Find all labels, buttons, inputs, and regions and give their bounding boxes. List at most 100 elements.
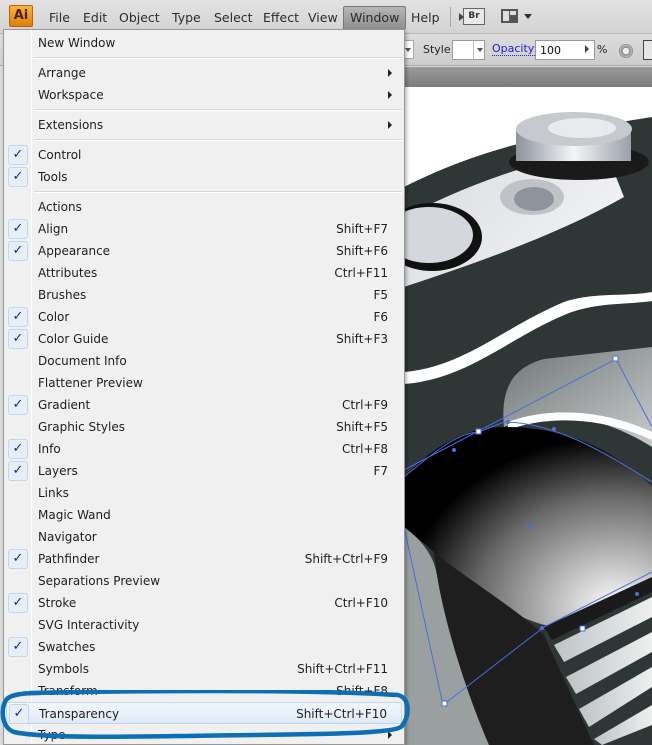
menubar-divider (450, 7, 451, 27)
menu-item-label: Attributes (38, 266, 98, 280)
checkmark-icon: ✓ (8, 145, 28, 165)
camera-illustration (404, 112, 652, 745)
checkmark-icon: ✓ (8, 167, 28, 187)
menu-item-shortcut: Shift+F7 (336, 222, 388, 236)
menu-item-label: Graphic Styles (38, 420, 125, 434)
menu-item-label: Flattener Preview (38, 376, 143, 390)
app-logo[interactable]: Ai (9, 5, 33, 27)
menu-select[interactable]: Select (208, 7, 259, 28)
menu-item-label: Layers (38, 464, 78, 478)
menu-item-label: Actions (38, 200, 82, 214)
menu-item-shortcut: F6 (373, 310, 388, 324)
menu-item-label: Transparency (39, 707, 120, 721)
menu-item-attributes[interactable]: Attributes Ctrl+F11 (6, 262, 402, 284)
menu-item-label: Control (38, 148, 82, 162)
menu-item-label: Info (38, 442, 61, 456)
menu-item-shortcut: Shift+F3 (336, 332, 388, 346)
menu-item-workspace[interactable]: Workspace (6, 84, 402, 106)
opacity-unit: % (597, 43, 608, 56)
artboard-canvas[interactable] (404, 87, 652, 745)
menu-item-separations-preview[interactable]: Separations Preview (6, 570, 402, 592)
menu-item-transform[interactable]: Transform Shift+F8 (6, 680, 402, 702)
menu-item-pathfinder[interactable]: ✓ Pathfinder Shift+Ctrl+F9 (6, 548, 402, 570)
menu-item-label: Type (38, 728, 66, 742)
checkmark-icon: ✓ (8, 329, 28, 349)
checkmark-icon: ✓ (8, 439, 28, 459)
menu-item-label: Separations Preview (38, 574, 161, 588)
menu-item-label: Arrange (38, 66, 86, 80)
checkmark-icon: ✓ (8, 593, 28, 613)
graphic-style-picker[interactable] (452, 40, 485, 60)
menu-item-label: Document Info (38, 354, 127, 368)
menu-window[interactable]: Window (343, 6, 407, 29)
menu-item-shortcut: Shift+F5 (336, 420, 388, 434)
checkmark-icon: ✓ (8, 219, 28, 239)
shutter-dial-inner (548, 118, 616, 138)
menu-item-transparency[interactable]: ✓ Transparency Shift+Ctrl+F10 (6, 702, 402, 724)
menu-item-graphic-styles[interactable]: Graphic Styles Shift+F5 (6, 416, 402, 438)
checkmark-icon: ✓ (8, 307, 28, 327)
go-to-bridge-icon[interactable]: Br (459, 8, 485, 25)
menu-item-type[interactable]: Type (6, 724, 402, 744)
menu-file[interactable]: File (43, 7, 76, 28)
style-picker-divider (473, 41, 474, 59)
menu-item-label: Workspace (38, 88, 104, 102)
menu-item-label: Extensions (38, 118, 104, 132)
menu-separator (34, 191, 402, 193)
menu-item-stroke[interactable]: ✓ Stroke Ctrl+F10 (6, 592, 402, 614)
submenu-arrow-icon (388, 121, 392, 129)
menu-item-align[interactable]: ✓ Align Shift+F7 (6, 218, 402, 240)
menu-item-swatches[interactable]: ✓ Swatches (6, 636, 402, 658)
menu-item-symbols[interactable]: Symbols Shift+Ctrl+F11 (6, 658, 402, 680)
align-icon[interactable] (643, 40, 652, 60)
opacity-link[interactable]: Opacity: (492, 43, 538, 56)
menu-item-color[interactable]: ✓ Color F6 (6, 306, 402, 328)
menu-item-shortcut: Shift+F6 (336, 244, 388, 258)
menu-item-shortcut: Ctrl+F8 (342, 442, 388, 456)
menu-item-label: Swatches (38, 640, 96, 654)
menu-item-label: Links (38, 486, 69, 500)
menu-separator (34, 139, 402, 141)
menu-item-document-info[interactable]: Document Info (6, 350, 402, 372)
menu-view[interactable]: View (302, 7, 344, 28)
menu-item-navigator[interactable]: Navigator (6, 526, 402, 548)
menu-item-magic-wand[interactable]: Magic Wand (6, 504, 402, 526)
menu-item-label: Color (38, 310, 70, 324)
menu-object[interactable]: Object (113, 7, 166, 28)
menu-effect[interactable]: Effect (257, 7, 305, 28)
menu-item-shortcut: Shift+Ctrl+F11 (297, 662, 388, 676)
menu-item-shortcut: Ctrl+F10 (334, 596, 388, 610)
menu-item-appearance[interactable]: ✓ Appearance Shift+F6 (6, 240, 402, 262)
menu-item-layers[interactable]: ✓ Layers F7 (6, 460, 402, 482)
menu-item-new-window[interactable]: New Window (6, 32, 402, 54)
arrange-documents-icon[interactable] (501, 9, 518, 23)
checkmark-icon: ✓ (8, 461, 28, 481)
menu-item-shortcut: F7 (373, 464, 388, 478)
menu-item-svg-interactivity[interactable]: SVG Interactivity (6, 614, 402, 636)
menu-item-control[interactable]: ✓ Control (6, 144, 402, 166)
menu-item-shortcut: Ctrl+F9 (342, 398, 388, 412)
menu-item-label: Appearance (38, 244, 111, 258)
menu-item-flattener-preview[interactable]: Flattener Preview (6, 372, 402, 394)
menu-type[interactable]: Type (166, 7, 207, 28)
menu-item-shortcut: Shift+F8 (336, 684, 388, 698)
menu-item-extensions[interactable]: Extensions (6, 114, 402, 136)
style-label: Style: (423, 43, 455, 56)
menu-item-links[interactable]: Links (6, 482, 402, 504)
menu-edit[interactable]: Edit (77, 7, 113, 28)
menu-item-label: Tools (38, 170, 68, 184)
menu-item-gradient[interactable]: ✓ Gradient Ctrl+F9 (6, 394, 402, 416)
menu-item-color-guide[interactable]: ✓ Color Guide Shift+F3 (6, 328, 402, 350)
checkmark-icon: ✓ (8, 395, 28, 415)
menu-item-info[interactable]: ✓ Info Ctrl+F8 (6, 438, 402, 460)
opacity-slider-arrow-icon[interactable] (585, 45, 589, 53)
menu-help[interactable]: Help (405, 7, 446, 28)
chevron-down-icon[interactable] (524, 14, 532, 19)
menu-item-label: Brushes (38, 288, 87, 302)
menu-item-tools[interactable]: ✓ Tools (6, 166, 402, 188)
menu-item-brushes[interactable]: Brushes F5 (6, 284, 402, 306)
recolor-artwork-icon[interactable] (619, 44, 633, 58)
window-menu-dropdown: New Window Arrange Workspace Extensions … (3, 29, 405, 745)
menu-item-arrange[interactable]: Arrange (6, 62, 402, 84)
menu-item-actions[interactable]: Actions (6, 196, 402, 218)
